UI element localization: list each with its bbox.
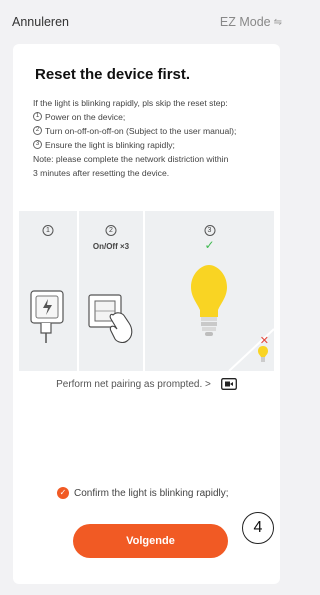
- illustration-panel-switch: 2 On/Off ×3: [79, 211, 143, 371]
- pairing-prompt-link[interactable]: Perform net pairing as prompted. >: [13, 378, 280, 390]
- note-line-1: Note: please complete the network distri…: [33, 152, 273, 166]
- reset-card: Reset the device first. If the light is …: [13, 44, 280, 584]
- step-text: Turn on-off-on-off-on (Subject to the us…: [45, 126, 237, 136]
- checkmark-icon[interactable]: ✓: [57, 487, 69, 499]
- instructions: If the light is blinking rapidly, pls sk…: [33, 96, 273, 180]
- note-line-2: 3 minutes after resetting the device.: [33, 166, 273, 180]
- reset-illustration: 1 2 On/Off ×3 3 ✓ ✕: [19, 211, 274, 371]
- step-text: Power on the device;: [45, 112, 126, 122]
- instruction-step-3: 3 Ensure the light is blinking rapidly;: [33, 138, 273, 152]
- confirm-label: Confirm the light is blinking rapidly;: [74, 487, 229, 499]
- cancel-button[interactable]: Annuleren: [12, 15, 69, 29]
- top-bar: Annuleren EZ Mode ⇋: [0, 0, 292, 44]
- instruction-step-1: 1 Power on the device;: [33, 110, 273, 124]
- note-text: 3 minutes after resetting the device.: [33, 168, 170, 178]
- ez-mode-label: EZ Mode: [219, 15, 271, 29]
- illustration-panel-power: 1: [19, 211, 77, 371]
- power-plug-icon: [30, 290, 64, 343]
- pairing-prompt-text[interactable]: Perform net pairing as prompted. >: [56, 379, 211, 390]
- step-number-icon: 2: [33, 126, 42, 135]
- instruction-step-2: 2 Turn on-off-on-off-on (Subject to the …: [33, 124, 273, 138]
- swap-arrows-icon: ⇋: [273, 16, 282, 28]
- step-text: Ensure the light is blinking rapidly;: [45, 140, 175, 150]
- ez-mode-switch[interactable]: EZ Mode ⇋: [220, 15, 282, 29]
- page-title: Reset the device first.: [35, 66, 191, 83]
- step-number-icon: 1: [33, 112, 42, 121]
- next-button[interactable]: Volgende: [73, 524, 228, 558]
- wall-switch-icon: [88, 294, 133, 344]
- instruction-intro: If the light is blinking rapidly, pls sk…: [33, 96, 273, 110]
- intro-text: If the light is blinking rapidly, pls sk…: [33, 98, 228, 108]
- step-number-badge: 4: [242, 512, 274, 544]
- note-text: Note: please complete the network distri…: [33, 154, 229, 164]
- light-bulb-icon: [191, 265, 274, 371]
- step-number-icon: 3: [33, 140, 42, 149]
- video-icon[interactable]: [220, 378, 237, 390]
- illustration-panel-bulb: 3 ✓ ✕: [145, 211, 274, 371]
- close-x-icon: ✕: [259, 335, 269, 347]
- confirm-checkbox[interactable]: ✓ Confirm the light is blinking rapidly;: [57, 487, 229, 499]
